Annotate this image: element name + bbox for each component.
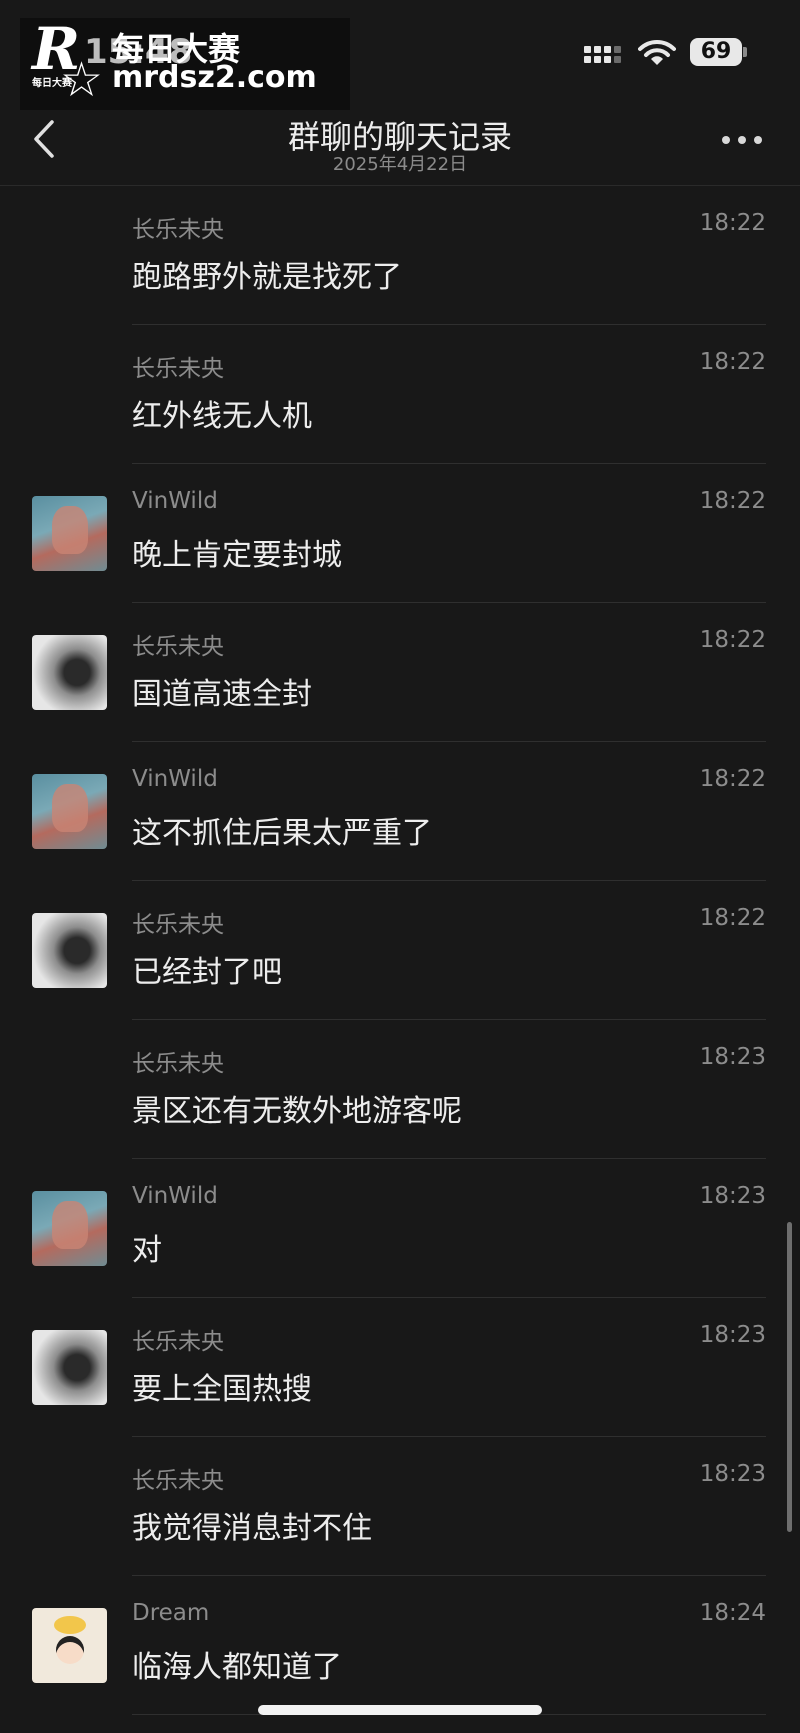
- avatar[interactable]: [32, 1330, 107, 1405]
- avatar[interactable]: [32, 496, 107, 571]
- watermark-logo-caption: 每日大赛: [32, 78, 72, 89]
- message-sender: VinWild: [132, 766, 218, 792]
- message-time: 18:23: [699, 1322, 766, 1348]
- message-text[interactable]: 我觉得消息封不住: [132, 1503, 372, 1547]
- message-sender: 长乐未央: [132, 1468, 224, 1494]
- message-sender: 长乐未央: [132, 1329, 224, 1355]
- message-row: 长乐未央 18:23 我觉得消息封不住: [0, 1437, 800, 1576]
- page-subtitle-date: 2025年4月22日: [332, 154, 468, 175]
- message-row: 长乐未央 18:22 已经封了吧: [0, 881, 800, 1020]
- home-indicator[interactable]: [258, 1705, 542, 1715]
- more-options-icon[interactable]: [722, 136, 762, 146]
- message-text[interactable]: 红外线无人机: [132, 391, 312, 435]
- battery-tip: [743, 47, 747, 57]
- message-text[interactable]: 景区还有无数外地游客呢: [132, 1086, 462, 1130]
- message-sender: 长乐未央: [132, 634, 224, 660]
- watermark-logo: R ☆ 每日大赛: [32, 20, 112, 104]
- message-row: 长乐未央 18:23 要上全国热搜: [0, 1298, 800, 1437]
- wifi-icon: [638, 39, 676, 65]
- message-sender: 长乐未央: [132, 356, 224, 382]
- signal-icon: [584, 42, 624, 68]
- scrollbar[interactable]: [787, 1222, 792, 1532]
- chat-header: 群聊的聊天记录 2025年4月22日: [0, 108, 800, 186]
- message-row: VinWild 18:22 这不抓住后果太严重了: [0, 742, 800, 881]
- message-row: Dream 18:24 临海人都知道了: [0, 1576, 800, 1715]
- message-row: VinWild 18:22 晚上肯定要封城: [0, 464, 800, 603]
- message-row: 长乐未央 18:22 跑路野外就是找死了: [0, 186, 800, 325]
- message-sender: VinWild: [132, 488, 218, 514]
- avatar[interactable]: [32, 1608, 107, 1683]
- message-row: 长乐未央 18:23 景区还有无数外地游客呢: [0, 1020, 800, 1159]
- avatar[interactable]: [32, 1191, 107, 1266]
- message-time: 18:23: [699, 1183, 766, 1209]
- message-text[interactable]: 要上全国热搜: [132, 1364, 312, 1408]
- status-bar: 15:48 R ☆ 每日大赛 每日大赛 mrdsz2.com 69: [0, 0, 800, 110]
- message-time: 18:24: [699, 1600, 766, 1626]
- watermark-url: mrdsz2.com: [112, 60, 317, 95]
- message-time: 18:22: [699, 349, 766, 375]
- message-row: VinWild 18:23 对: [0, 1159, 800, 1298]
- message-sender: 长乐未央: [132, 217, 224, 243]
- message-text[interactable]: 这不抓住后果太严重了: [132, 808, 432, 852]
- message-time: 18:22: [699, 905, 766, 931]
- message-sender: VinWild: [132, 1183, 218, 1209]
- battery-level: 69: [700, 39, 732, 64]
- battery-icon: 69: [690, 38, 742, 66]
- message-text[interactable]: 临海人都知道了: [132, 1642, 342, 1686]
- message-time: 18:23: [699, 1044, 766, 1070]
- message-text[interactable]: 跑路野外就是找死了: [132, 252, 402, 296]
- message-text[interactable]: 国道高速全封: [132, 669, 312, 713]
- message-text[interactable]: 对: [132, 1225, 162, 1269]
- message-text[interactable]: 晚上肯定要封城: [132, 530, 342, 574]
- message-sender: 长乐未央: [132, 1051, 224, 1077]
- message-sender: 长乐未央: [132, 912, 224, 938]
- message-time: 18:22: [699, 766, 766, 792]
- avatar[interactable]: [32, 635, 107, 710]
- message-row: 长乐未央 18:22 红外线无人机: [0, 325, 800, 464]
- message-sender: Dream: [132, 1600, 210, 1626]
- message-text[interactable]: 已经封了吧: [132, 947, 282, 991]
- message-row: 长乐未央 18:22 国道高速全封: [0, 603, 800, 742]
- avatar[interactable]: [32, 913, 107, 988]
- message-time: 18:23: [699, 1461, 766, 1487]
- message-time: 18:22: [699, 488, 766, 514]
- message-time: 18:22: [699, 210, 766, 236]
- message-time: 18:22: [699, 627, 766, 653]
- avatar[interactable]: [32, 774, 107, 849]
